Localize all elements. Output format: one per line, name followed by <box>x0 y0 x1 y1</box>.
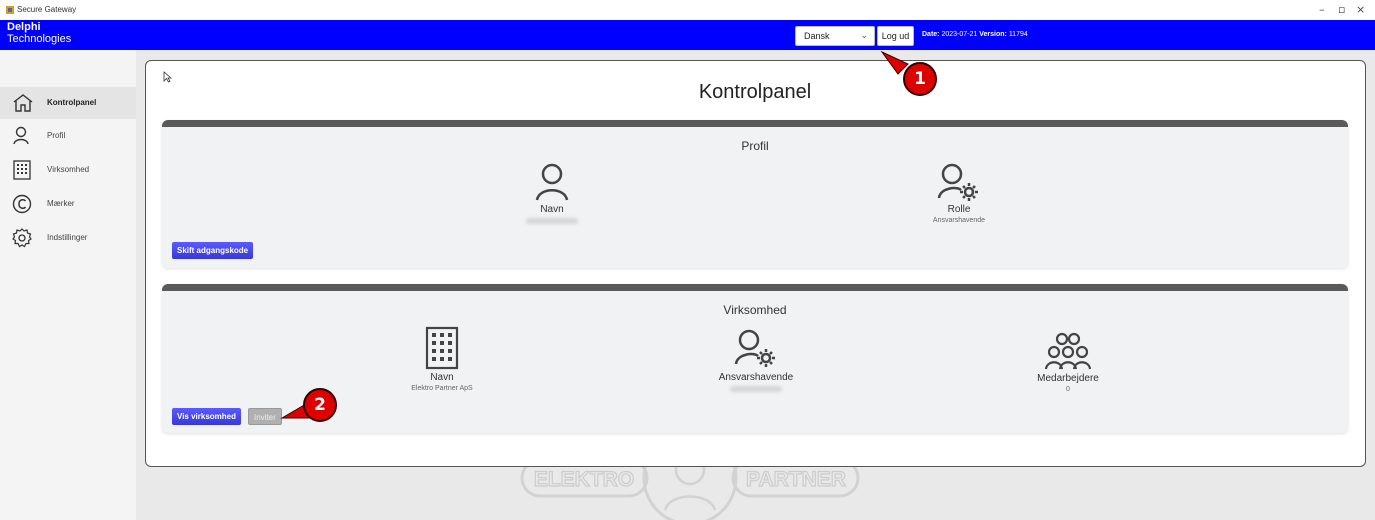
person-gear-icon <box>734 329 775 367</box>
date-value: 2023-07-21 <box>941 31 978 38</box>
sidebar-item-label: Virksomhed <box>47 165 90 174</box>
brand-name: Delphi <box>7 21 41 33</box>
minimize-icon[interactable]: – <box>1319 3 1325 16</box>
copyright-icon <box>12 194 32 214</box>
sidebar-item-virksomhed[interactable]: Virksomhed <box>0 154 136 186</box>
company-card: Virksomhed Navn Elektro Partner ApS Ansv… <box>162 284 1348 433</box>
sidebar-item-maerker[interactable]: Mærker <box>0 188 136 220</box>
person-gear-icon <box>937 163 978 201</box>
company-name-field: Navn Elektro Partner ApS <box>342 326 542 392</box>
callout-badge-2: 2 <box>303 388 337 422</box>
date-label: Date: <box>922 31 940 38</box>
callout-badge-1: 1 <box>903 62 937 96</box>
top-header <box>0 20 1375 50</box>
app-icon <box>6 6 14 14</box>
profile-card: Profil Navn Rolle Ansvarshavende Skift a… <box>162 120 1348 268</box>
person-icon <box>13 126 29 145</box>
company-responsible-field: Ansvarshavende <box>656 326 856 392</box>
profile-name-field: Navn <box>452 162 652 224</box>
sidebar-item-label: Profil <box>47 131 66 140</box>
sidebar-item-label: Mærker <box>47 199 75 208</box>
version-label: Version: <box>979 31 1007 38</box>
person-icon <box>535 163 569 201</box>
redacted-name <box>526 218 578 224</box>
restore-icon[interactable]: ▫ <box>1338 3 1345 16</box>
gear-icon <box>12 228 32 248</box>
change-password-button[interactable]: Skift adgangskode <box>172 242 254 259</box>
profile-role-value: Ansvarshavende <box>932 217 986 224</box>
window-titlebar: Secure Gateway – ▫ × <box>0 0 1375 20</box>
profile-role-label: Rolle <box>947 204 971 215</box>
sidebar: Kontrolpanel Profil Virksomhed Mærker In… <box>0 50 136 520</box>
profile-role-field: Rolle Ansvarshavende <box>859 162 1059 224</box>
show-company-button[interactable]: Vis virksomhed <box>172 408 241 425</box>
company-card-title: Virksomhed <box>723 303 787 317</box>
window-title: Secure Gateway <box>17 5 77 14</box>
company-employees-field: Medarbejdere 0 <box>968 331 1168 393</box>
company-name-value: Elektro Partner ApS <box>411 385 473 392</box>
sidebar-item-profil[interactable]: Profil <box>0 120 136 152</box>
profile-name-label: Navn <box>540 204 564 215</box>
watermark-right-text: PARTNER <box>746 468 846 491</box>
invite-button[interactable]: Inviter <box>248 408 282 425</box>
building-icon <box>13 160 31 180</box>
page-title: Kontrolpanel <box>698 81 812 103</box>
company-employees-label: Medarbejdere <box>1037 373 1099 384</box>
sidebar-item-indstillinger[interactable]: Indstillinger <box>0 222 136 254</box>
company-name-label: Navn <box>430 372 454 383</box>
chevron-down-icon: ⌄ <box>860 30 868 40</box>
brand-subtitle: Technologies <box>7 33 72 45</box>
close-icon[interactable]: × <box>1356 3 1365 16</box>
company-responsible-label: Ansvarshavende <box>718 372 794 383</box>
watermark-left-text: ELEKTRO <box>534 468 634 491</box>
profile-card-title: Profil <box>741 139 769 153</box>
redacted-responsible <box>730 386 782 392</box>
version-value: 11794 <box>1008 31 1028 38</box>
date-version-info: Date: 2023-07-21 Version: 11794 <box>922 31 1028 38</box>
language-value: Dansk <box>804 31 830 41</box>
building-icon <box>425 326 459 370</box>
people-group-icon <box>1045 332 1091 370</box>
language-select[interactable]: Dansk ⌄ <box>795 26 875 46</box>
sidebar-item-label: Indstillinger <box>47 233 88 242</box>
logout-button[interactable]: Log ud <box>877 26 914 46</box>
company-employees-value: 0 <box>1066 386 1070 393</box>
